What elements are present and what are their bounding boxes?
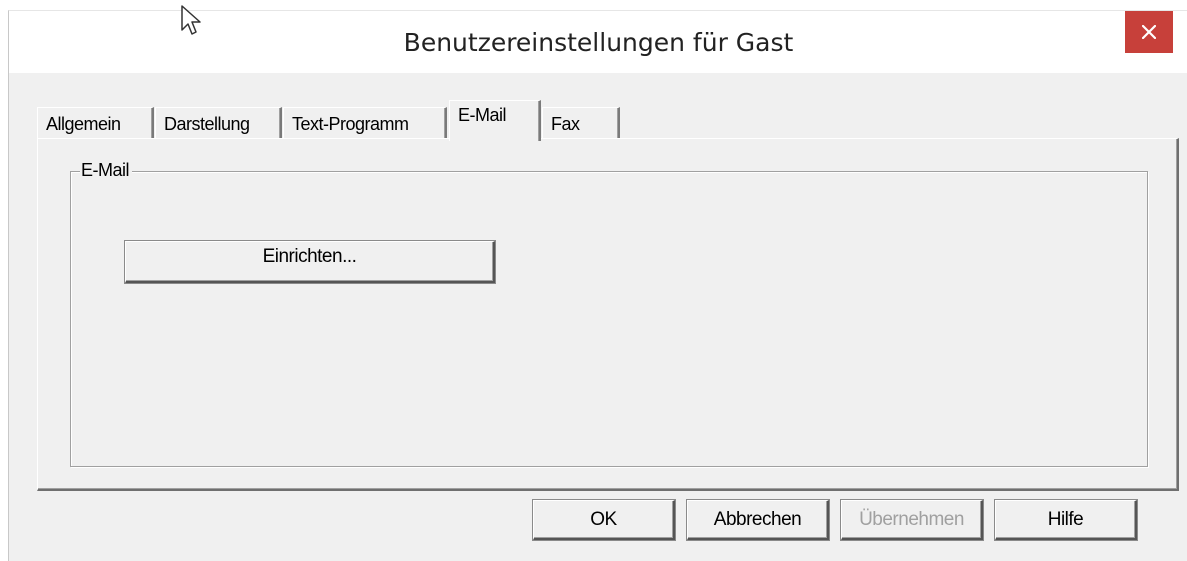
tab-darstellung[interactable]: Darstellung — [155, 107, 282, 139]
email-groupbox: E-Mail Einrichten... — [70, 160, 1148, 467]
tab-e-mail[interactable]: E-Mail — [449, 100, 541, 141]
close-icon — [1142, 25, 1156, 39]
cancel-button-label: Abbrechen — [713, 508, 802, 530]
tab-text-programm[interactable]: Text-Programm — [283, 107, 447, 139]
ok-button-label: OK — [590, 508, 617, 530]
cancel-button[interactable]: Abbrechen — [687, 500, 829, 540]
close-button[interactable] — [1125, 11, 1173, 53]
einrichten-button[interactable]: Einrichten... — [125, 241, 495, 283]
tab-allgemein[interactable]: Allgemein — [37, 107, 154, 139]
help-button[interactable]: Hilfe — [995, 500, 1137, 540]
apply-button[interactable]: Übernehmen — [841, 500, 983, 540]
mouse-cursor-icon — [180, 4, 206, 43]
einrichten-button-label: Einrichten... — [262, 245, 357, 267]
ok-button[interactable]: OK — [533, 500, 675, 540]
email-group-legend: E-Mail — [80, 160, 133, 181]
tab-fax[interactable]: Fax — [542, 107, 620, 139]
help-button-label: Hilfe — [1047, 508, 1084, 530]
tab-panel-e-mail: E-Mail Einrichten... — [37, 138, 1179, 491]
apply-button-label: Übernehmen — [859, 508, 964, 530]
settings-dialog: Benutzereinstellungen für Gast Allgemein… — [8, 10, 1187, 561]
